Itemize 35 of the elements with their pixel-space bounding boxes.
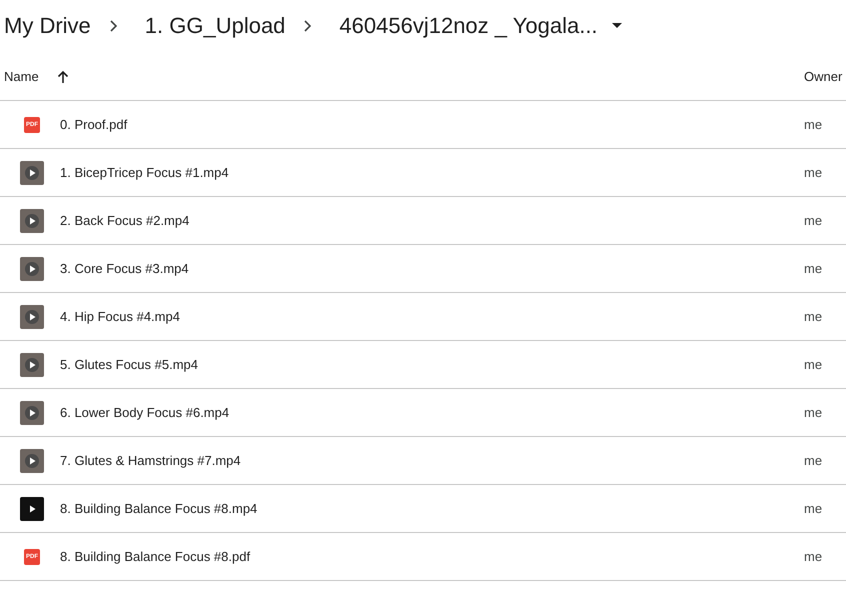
breadcrumb-link[interactable]: 460456vj12noz _ Yogala... (339, 13, 598, 39)
file-name: 7. Glutes & Hamstrings #7.mp4 (60, 453, 242, 468)
file-name: 6. Lower Body Focus #6.mp4 (60, 405, 230, 420)
owner-cell-text: me (804, 117, 824, 132)
owner-cell-text: me (804, 549, 824, 564)
owner-cell-text: me (804, 405, 824, 420)
owner-cell-text: me (804, 213, 824, 228)
file-row[interactable]: 4. Hip Focus #4.mp4 me (0, 293, 846, 341)
file-row[interactable]: 2. Back Focus #2.mp4 me (0, 197, 846, 245)
file-row[interactable]: 7. Glutes & Hamstrings #7.mp4 me (0, 437, 846, 485)
owner-cell-text: me (804, 357, 824, 372)
file-name: 4. Hip Focus #4.mp4 (60, 309, 181, 324)
file-row[interactable]: 1. BicepTricep Focus #1.mp4 me (0, 149, 846, 197)
file-name: 2. Back Focus #2.mp4 (60, 213, 190, 228)
owner-cell-text: me (804, 501, 824, 516)
owner-cell-text: me (804, 165, 824, 180)
breadcrumb-link[interactable]: My Drive (4, 13, 91, 39)
dropdown-caret-icon[interactable] (612, 23, 622, 29)
file-row[interactable]: 8. Building Balance Focus #8.mp4 me (0, 485, 846, 533)
file-name: 5. Glutes Focus #5.mp4 (60, 357, 200, 372)
file-name: 0. Proof.pdf (60, 117, 128, 132)
file-name: 8. Building Balance Focus #8.pdf (60, 549, 252, 564)
column-header[interactable]: Name (4, 69, 39, 84)
file-name: 3. Core Focus #3.mp4 (60, 261, 190, 276)
owner-cell-text: me (804, 261, 824, 276)
file-name: 8. Building Balance Focus #8.mp4 (60, 501, 258, 516)
owner-cell-text: me (804, 453, 824, 468)
file-row[interactable]: 6. Lower Body Focus #6.mp4 me (0, 389, 846, 437)
sort-arrow-up-icon[interactable] (56, 70, 69, 84)
owner-cell-text: me (804, 309, 824, 324)
column-header[interactable]: Owner (804, 69, 842, 84)
breadcrumb-link[interactable]: 1. GG_Upload (144, 13, 286, 39)
file-row[interactable]: 3. Core Focus #3.mp4 me (0, 245, 846, 293)
file-row[interactable]: 5. Glutes Focus #5.mp4 me (0, 341, 846, 389)
file-name: 1. BicepTricep Focus #1.mp4 (60, 165, 230, 180)
